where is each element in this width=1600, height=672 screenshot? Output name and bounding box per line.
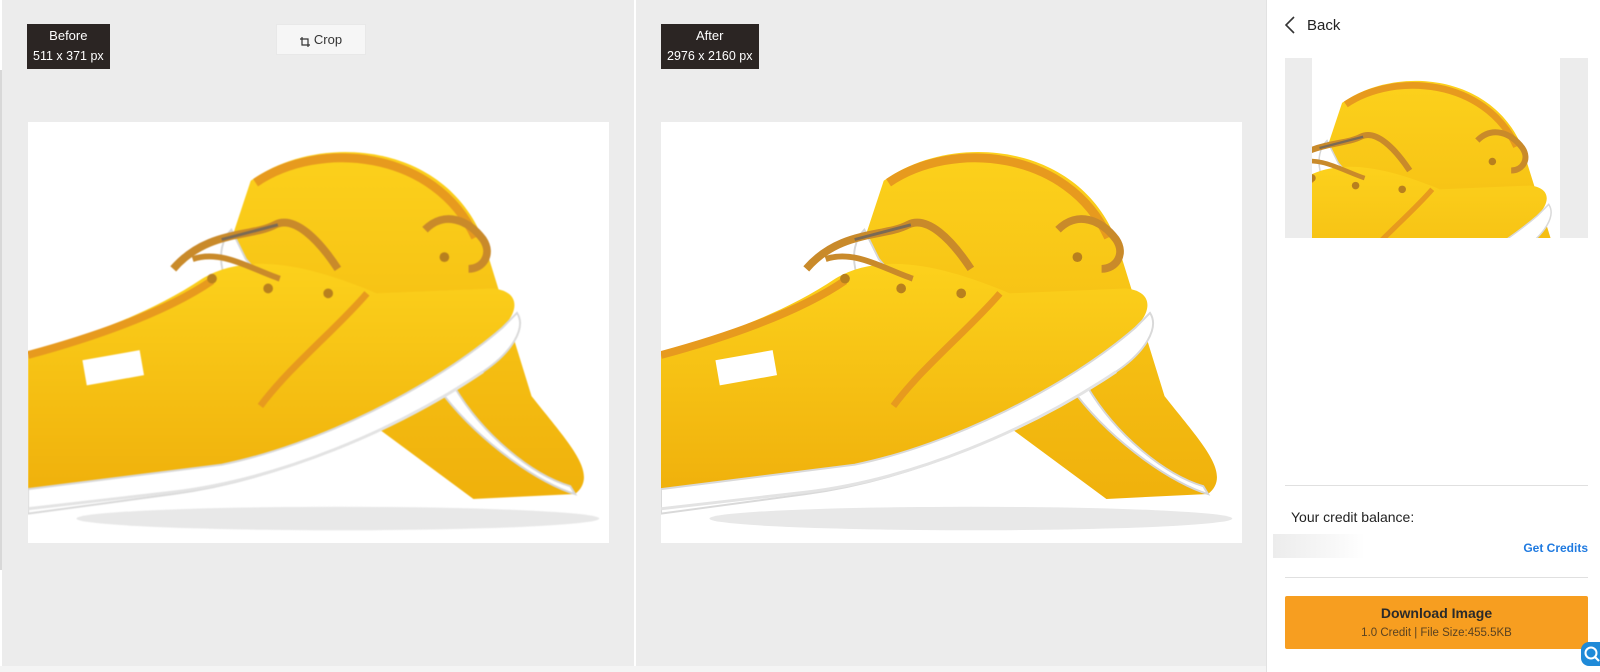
crop-label: Crop <box>313 32 343 47</box>
get-credits-link[interactable]: Get Credits <box>1523 541 1588 555</box>
credit-balance-value-redacted <box>1273 534 1365 558</box>
before-image <box>28 122 609 543</box>
crop-button[interactable]: Crop <box>276 24 366 55</box>
divider <box>1285 577 1588 578</box>
after-label: After <box>696 28 724 43</box>
thumbnail-sneakers <box>1312 58 1560 238</box>
thumbnail-image <box>1312 58 1560 238</box>
download-image-button[interactable]: Download Image 1.0 Credit | File Size:45… <box>1285 596 1588 649</box>
help-button[interactable] <box>1581 642 1600 666</box>
after-pane: After 2976 x 2160 px <box>636 0 1266 666</box>
download-title: Download Image <box>1380 605 1493 621</box>
search-help-icon <box>1584 646 1600 662</box>
back-label: Back <box>1307 16 1341 34</box>
before-dimensions: 511 x 371 px <box>33 49 104 63</box>
after-image <box>661 122 1242 543</box>
before-size-badge: Before 511 x 371 px <box>27 24 110 69</box>
after-size-badge: After 2976 x 2160 px <box>661 24 759 69</box>
chevron-left-icon <box>1284 16 1295 34</box>
upscale-result-view: Before 511 x 371 px Crop After 2976 x 21… <box>0 0 1600 672</box>
credit-balance-label: Your credit balance: <box>1291 509 1415 525</box>
bottom-strip <box>0 666 1266 672</box>
download-subtitle: 1.0 Credit | File Size:455.5KB <box>1361 627 1512 639</box>
before-label: Before <box>49 28 88 43</box>
divider <box>1285 485 1588 486</box>
sneakers-illustration <box>28 122 609 543</box>
result-thumbnail <box>1285 58 1588 238</box>
crop-icon <box>299 35 310 47</box>
back-button[interactable]: Back <box>1284 16 1341 34</box>
result-sidebar: Back Your credit balance: Get Credits Do… <box>1266 0 1600 672</box>
sneakers-illustration-upscaled <box>661 122 1242 543</box>
before-pane: Before 511 x 371 px Crop <box>2 0 634 666</box>
after-dimensions: 2976 x 2160 px <box>667 49 753 63</box>
